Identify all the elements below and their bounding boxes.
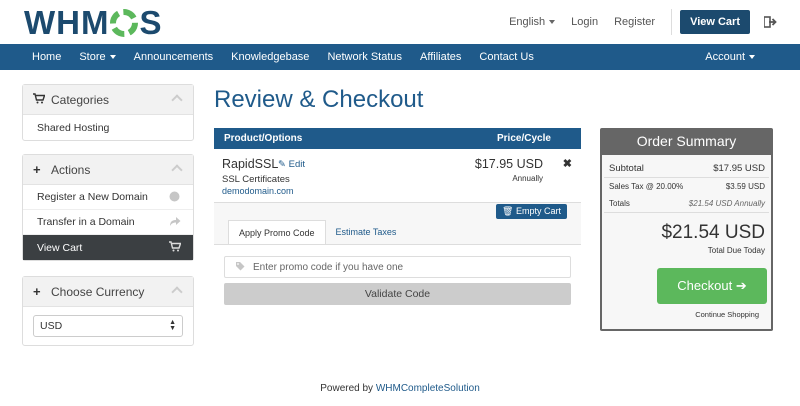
nav-affiliates[interactable]: Affiliates <box>411 44 470 70</box>
currency-panel: + Choose Currency USD ▲ ▼ <box>22 276 194 346</box>
currency-select[interactable]: USD ▲ ▼ <box>33 315 183 337</box>
nav-home[interactable]: Home <box>0 44 70 70</box>
cart-panel: Product/Options Price/Cycle RapidSSL ✎ E… <box>214 128 581 314</box>
page-title: Review & Checkout <box>214 86 424 113</box>
logo-text: WHM S <box>24 4 163 41</box>
remove-item-icon[interactable]: ✖ <box>563 157 572 170</box>
categories-header[interactable]: Categories <box>23 85 193 115</box>
item-domain: demodomain.com <box>222 186 294 196</box>
currency-selected: USD <box>40 320 63 332</box>
plus-icon: + <box>33 162 41 177</box>
subtotal-row: Subtotal $17.95 USD <box>609 163 765 174</box>
actions-panel: + Actions Register a New Domain Transfer… <box>22 154 194 261</box>
caret-down-icon <box>109 55 116 60</box>
action-view-cart[interactable]: View Cart <box>23 235 193 260</box>
category-shared-hosting[interactable]: Shared Hosting <box>23 115 193 140</box>
edit-label: Edit <box>288 159 305 170</box>
cart-tabs: Apply Promo Code Estimate Taxes <box>228 220 406 244</box>
tab-apply-promo[interactable]: Apply Promo Code <box>228 220 326 244</box>
view-cart-button[interactable]: View Cart <box>680 10 750 34</box>
footer-text: Powered by <box>320 383 374 394</box>
promo-code-input[interactable]: Enter promo code if you have one <box>224 256 571 278</box>
totals-label: Totals <box>609 199 630 208</box>
item-group: SSL Certificates <box>222 174 290 185</box>
nav-announcements[interactable]: Announcements <box>125 44 223 70</box>
col-product: Product/Options <box>224 133 303 144</box>
divider <box>604 212 769 213</box>
tax-row: Sales Tax @ 20.00% $3.59 USD <box>609 182 765 191</box>
pencil-icon: ✎ <box>278 159 286 170</box>
cart-table-header: Product/Options Price/Cycle <box>214 128 581 149</box>
trash-icon: 🗑 <box>502 206 514 216</box>
footer: Powered by WHMCompleteSolution <box>0 383 800 394</box>
continue-shopping-link[interactable]: Continue Shopping <box>695 310 759 319</box>
cart-icon <box>33 92 47 107</box>
chevron-up-icon[interactable] <box>171 164 183 176</box>
top-links: English Login Register View Cart <box>501 9 778 35</box>
logout-icon[interactable] <box>763 16 778 28</box>
tag-icon <box>235 261 245 273</box>
order-summary: Order Summary Subtotal $17.95 USD Sales … <box>600 128 773 331</box>
select-arrows-icon: ▲ ▼ <box>169 319 176 332</box>
footer-link[interactable]: WHMCompleteSolution <box>376 383 480 394</box>
currency-header[interactable]: + Choose Currency <box>23 277 193 307</box>
logo[interactable]: WHM S <box>24 6 162 40</box>
chevron-up-icon[interactable] <box>171 286 183 298</box>
totals-row: Totals $21.54 USD Annually <box>609 199 765 208</box>
top-bar: WHM S English Login Register View Cart <box>0 0 800 44</box>
language-dropdown[interactable]: English <box>501 16 563 28</box>
col-price: Price/Cycle <box>497 133 551 144</box>
tax-value: $3.59 USD <box>725 182 765 191</box>
gear-icon <box>110 9 139 38</box>
nav-store[interactable]: Store <box>70 44 124 70</box>
cart-icon <box>169 241 182 253</box>
divider <box>671 9 673 35</box>
caret-down-icon <box>549 20 556 25</box>
totals-value: $21.54 USD Annually <box>688 199 765 208</box>
login-link[interactable]: Login <box>563 16 606 28</box>
order-summary-title: Order Summary <box>602 128 771 155</box>
caret-down-icon <box>749 55 755 60</box>
arrow-right-icon: ➔ <box>735 278 747 293</box>
categories-title: Categories <box>51 92 110 107</box>
globe-icon <box>169 191 181 203</box>
item-price: $17.95 USD <box>474 157 543 171</box>
action-register-domain[interactable]: Register a New Domain <box>23 185 193 210</box>
item-edit-link[interactable]: ✎ Edit <box>278 159 305 170</box>
subtotal-value: $17.95 USD <box>713 163 765 174</box>
item-cycle: Annually <box>512 174 543 183</box>
chevron-up-icon[interactable] <box>171 94 183 106</box>
action-label: View Cart <box>37 241 83 254</box>
plus-icon: + <box>33 284 41 299</box>
main-nav: Home Store Announcements Knowledgebase N… <box>0 44 800 70</box>
empty-cart-label: Empty Cart <box>515 206 561 216</box>
action-label: Register a New Domain <box>37 191 148 203</box>
divider <box>604 177 769 178</box>
action-label: Transfer in a Domain <box>37 216 135 228</box>
nav-contact-us[interactable]: Contact Us <box>470 44 542 70</box>
promo-placeholder: Enter promo code if you have one <box>253 261 404 273</box>
subtotal-label: Subtotal <box>609 163 644 174</box>
nav-network-status[interactable]: Network Status <box>318 44 411 70</box>
register-link[interactable]: Register <box>606 16 663 28</box>
promo-tab-content: Enter promo code if you have one Validat… <box>214 244 581 314</box>
checkout-button[interactable]: Checkout ➔ <box>657 268 767 304</box>
total-amount: $21.54 USD <box>661 222 765 243</box>
actions-header[interactable]: + Actions <box>23 155 193 185</box>
item-name: RapidSSL <box>222 157 279 171</box>
empty-cart-button[interactable]: 🗑 Empty Cart <box>496 204 567 219</box>
checkout-label: Checkout <box>677 278 733 293</box>
validate-code-button[interactable]: Validate Code <box>224 283 571 305</box>
currency-title: Choose Currency <box>51 284 145 299</box>
tax-label: Sales Tax @ 20.00% <box>609 182 684 191</box>
actions-title: Actions <box>51 162 91 177</box>
action-transfer-domain[interactable]: Transfer in a Domain <box>23 210 193 235</box>
total-due-label: Total Due Today <box>707 246 765 255</box>
nav-account[interactable]: Account <box>696 44 764 70</box>
categories-panel: Categories Shared Hosting <box>22 84 194 141</box>
nav-knowledgebase[interactable]: Knowledgebase <box>222 44 318 70</box>
tab-estimate-taxes[interactable]: Estimate Taxes <box>326 220 407 244</box>
cart-item: RapidSSL ✎ Edit SSL Certificates demodom… <box>214 149 581 203</box>
share-icon <box>169 216 181 228</box>
